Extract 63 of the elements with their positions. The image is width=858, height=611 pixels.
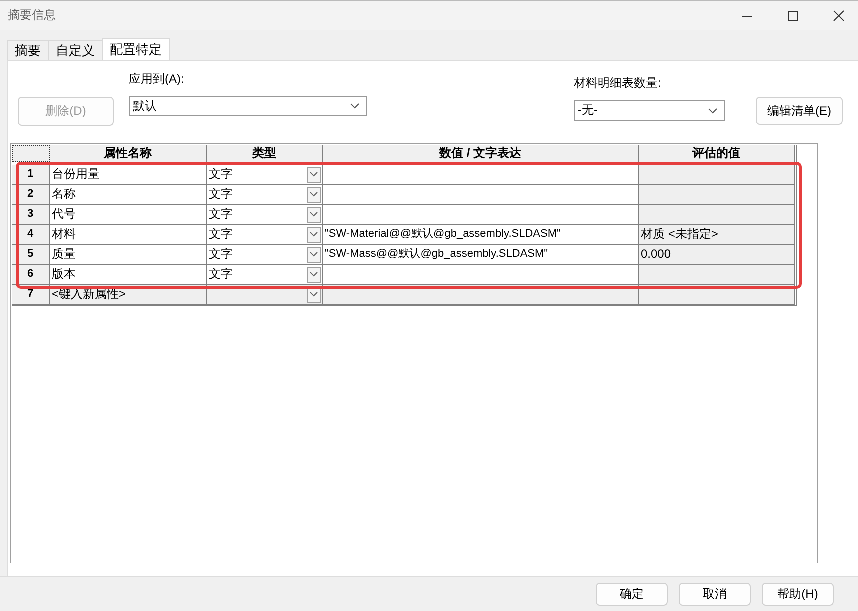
table-cell[interactable]: 代号 [50,205,207,225]
chevron-down-icon [310,232,318,237]
table-cell[interactable]: 质量 [50,245,207,265]
edit-list-button[interactable]: 编辑清单(E) [756,97,843,125]
close-icon[interactable] [833,10,845,22]
column-header: 数值 / 文字表达 [323,145,639,163]
table-cell[interactable] [323,165,639,185]
row-number: 5 [12,245,50,265]
tab[interactable]: 自定义 [48,40,103,60]
field-label: 材料明细表数量: [574,75,662,92]
cell-text: 文字 [209,186,233,203]
cell-text: 文字 [209,226,233,243]
table-cell[interactable]: 文字 [207,225,323,245]
table-cell[interactable]: "SW-Mass@@默认@gb_assembly.SLDASM" [323,245,639,265]
chevron-down-icon [310,272,318,277]
table-cell[interactable]: "SW-Material@@默认@gb_assembly.SLDASM" [323,225,639,245]
apply-to-dropdown[interactable]: 默认 [129,96,367,116]
chevron-down-icon [310,292,318,297]
table-cell: 材质 <未指定> [639,225,795,245]
cell-text: 文字 [209,166,233,183]
maximize-icon[interactable] [787,10,799,22]
bom-quantity-dropdown[interactable]: -无- [574,100,725,121]
chevron-down-icon [310,192,318,197]
cell-text: 文字 [209,206,233,223]
dropdown-button[interactable] [307,246,321,262]
table-cell[interactable]: 台份用量 [50,165,207,185]
dropdown-button[interactable] [307,166,321,182]
column-header: 属性名称 [50,145,207,163]
column-header: 类型 [207,145,323,163]
table-cell[interactable]: 文字 [207,165,323,185]
table-cell[interactable]: 文字 [207,205,323,225]
chevron-down-icon [310,172,318,177]
chevron-down-icon [310,252,318,257]
dropdown-button[interactable] [307,226,321,242]
chevron-down-icon [350,103,360,109]
tab[interactable]: 摘要 [7,40,49,60]
table-cell[interactable]: 名称 [50,185,207,205]
row-number: 3 [12,205,50,225]
row-number: 4 [12,225,50,245]
cell-text: 文字 [209,266,233,283]
cell-text: 文字 [209,246,233,263]
row-number: 2 [12,185,50,205]
dialog-button[interactable]: 确定 [596,582,668,606]
dropdown-button[interactable] [307,206,321,222]
dropdown-button[interactable] [307,266,321,282]
chevron-down-icon [708,108,718,114]
table-cell[interactable]: 文字 [207,245,323,265]
column-header: 评估的值 [639,145,795,163]
dialog-button[interactable]: 帮助(H) [762,582,834,606]
tab[interactable]: 配置特定 [102,38,170,60]
row-number: 1 [12,165,50,185]
chevron-down-icon [310,212,318,217]
table-cell[interactable] [323,185,639,205]
window-title: 摘要信息 [8,7,56,24]
dropdown-button[interactable] [307,186,321,202]
table-corner [12,145,50,162]
table-cell[interactable]: 材料 [50,225,207,245]
table-cell: 0.000 [639,245,795,265]
field-label: 应用到(A): [129,71,186,88]
table-cell[interactable] [323,205,639,225]
table-cell[interactable]: 文字 [207,185,323,205]
row-number: 6 [12,265,50,285]
dialog-button[interactable]: 取消 [679,582,751,606]
